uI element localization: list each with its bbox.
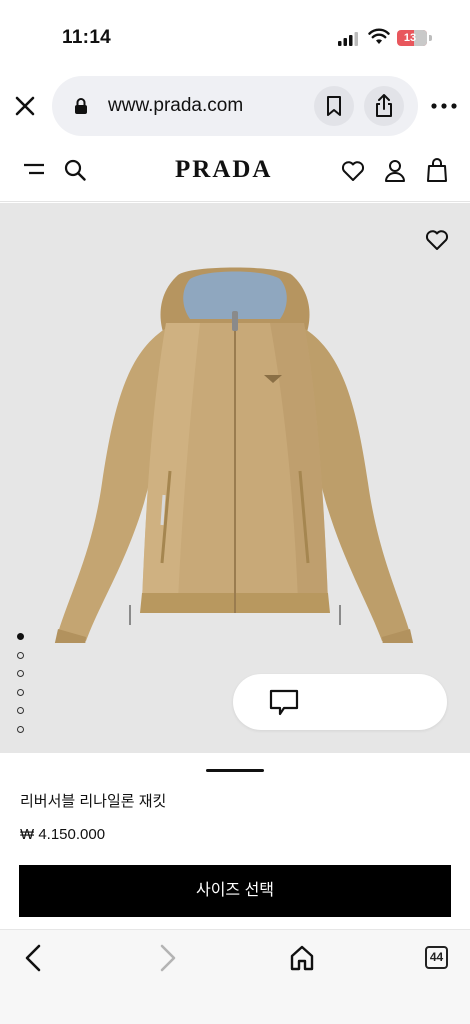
search-icon[interactable] [64,159,86,181]
battery-level: 13 [403,32,417,44]
status-time: 11:14 [62,27,112,48]
chat-icon [269,689,299,716]
bookmark-button[interactable] [314,86,354,126]
gallery-dot[interactable] [17,670,24,678]
menu-icon[interactable] [24,162,44,176]
product-price: ₩ 4.150.000 [20,826,106,843]
back-arrow-icon[interactable] [22,944,46,972]
gallery-dot[interactable] [17,651,24,659]
chat-button[interactable] [233,674,447,730]
forward-arrow-icon[interactable] [155,944,179,972]
gallery-dot[interactable] [17,725,24,733]
wishlist-heart-icon[interactable] [425,229,449,251]
gallery-dot[interactable] [17,633,24,640]
status-bar: 11:14 13 [0,0,470,74]
browser-url-row: www.prada.com [0,74,470,138]
product-gallery[interactable] [0,203,470,753]
heart-icon[interactable] [341,160,365,182]
site-header: PRADA [0,140,470,202]
lock-icon [75,98,87,114]
tabs-button[interactable]: 44 [425,946,448,969]
bookmark-icon [327,96,341,116]
share-button[interactable] [364,86,404,126]
battery-tip [429,35,432,41]
battery-icon: 13 [397,30,427,46]
bag-icon[interactable] [426,158,448,183]
gallery-pagination[interactable] [17,633,29,745]
product-image [54,267,414,643]
user-icon[interactable] [384,159,406,183]
browser-toolbar: 44 [0,929,470,1024]
select-size-button[interactable]: 사이즈 선택 [19,865,451,917]
wifi-icon [368,28,390,44]
drag-handle[interactable] [206,769,264,772]
product-name: 리버서블 리나일론 재킷 [20,793,167,810]
brand-logo[interactable]: PRADA [175,156,273,184]
signal-icon [338,32,358,46]
more-icon[interactable] [430,98,458,114]
gallery-dot[interactable] [17,688,24,696]
gallery-dot[interactable] [17,707,24,715]
address-bar[interactable]: www.prada.com [52,76,418,136]
url-text[interactable]: www.prada.com [108,95,243,117]
share-icon [376,94,392,117]
close-icon[interactable] [12,93,38,119]
home-icon[interactable] [289,944,315,972]
